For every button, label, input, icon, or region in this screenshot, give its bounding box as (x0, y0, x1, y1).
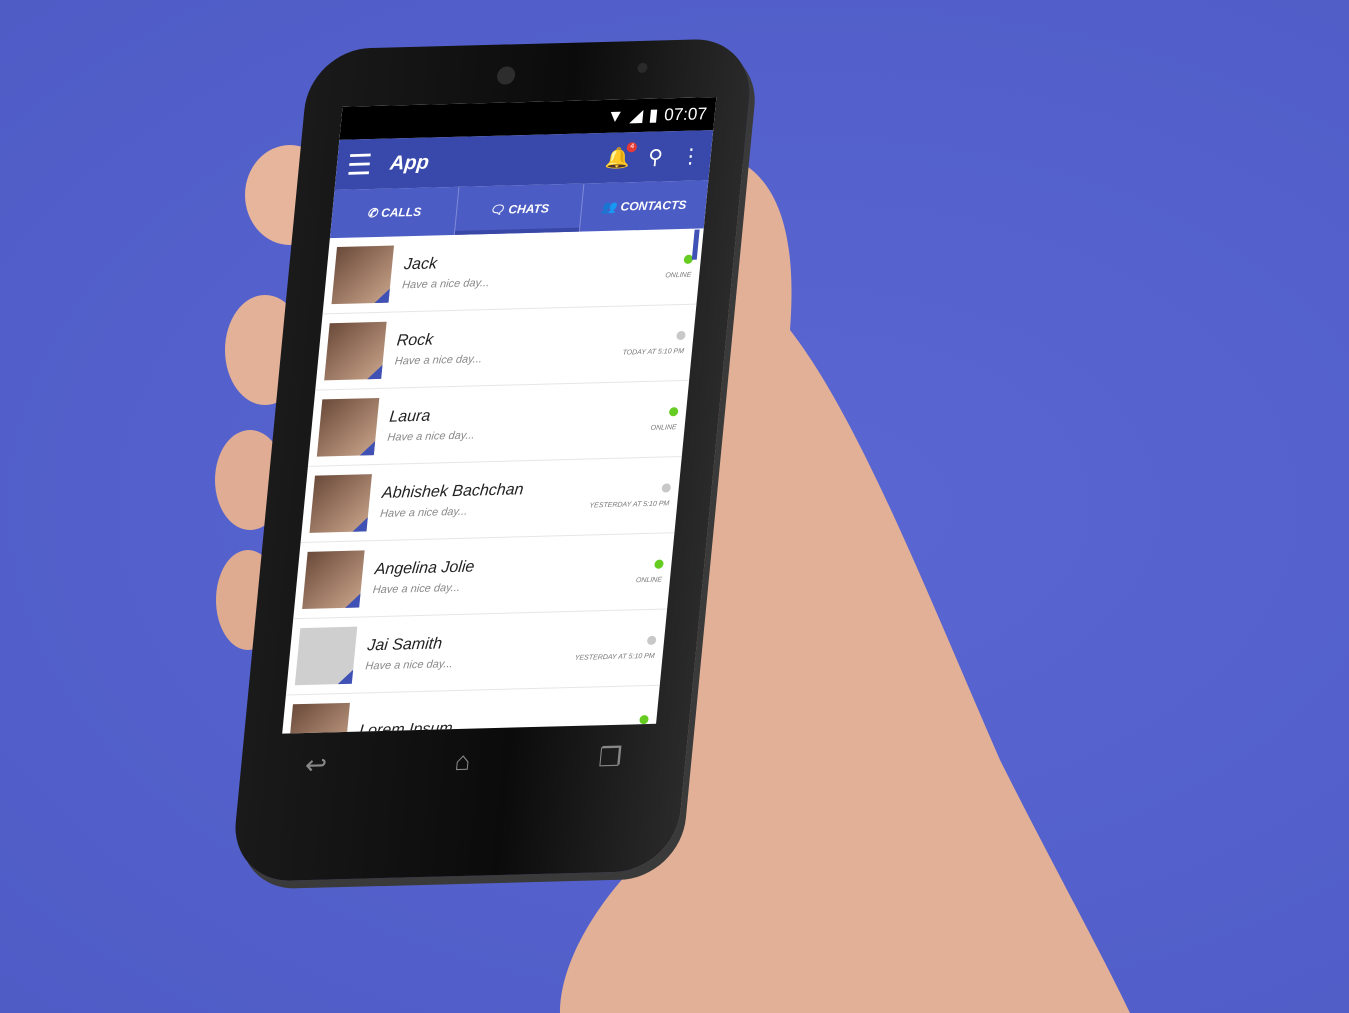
tab-label: CONTACTS (620, 197, 688, 214)
last-message: Have a nice day... (386, 429, 476, 444)
home-icon[interactable]: ⌂ (453, 745, 472, 777)
chat-row[interactable]: Jai Samith Have a nice day... YESTERDAY … (285, 609, 668, 696)
chat-info: Lorem Ipsum (358, 715, 640, 734)
phone-icon: ✆ (366, 205, 378, 221)
avatar (287, 702, 350, 734)
chat-icon: 🗨 (488, 202, 506, 218)
signal-icon: ◢ (628, 105, 644, 125)
more-vert-icon[interactable]: ⋮ (680, 143, 702, 169)
chat-row[interactable]: Rock Have a nice day... TODAY AT 5:10 PM (315, 304, 697, 391)
chat-meta: YESTERDAY AT 5:10 PM (574, 635, 657, 662)
presence-dot (646, 635, 657, 645)
chat-row[interactable]: Abhishek Bachchan Have a nice day... YES… (300, 457, 682, 544)
chat-info: Jai Samith Have a nice day... (364, 632, 577, 673)
status-text: YESTERDAY AT 5:10 PM (589, 499, 670, 509)
chat-row[interactable]: Laura Have a nice day... ONLINE (307, 380, 690, 467)
last-message: Have a nice day... (401, 277, 490, 292)
presence-dot (654, 559, 664, 569)
chat-meta: YESTERDAY AT 5:10 PM (589, 482, 672, 509)
chat-row[interactable]: Angelina Jolie Have a nice day... ONLINE (293, 533, 675, 620)
contact-name: Lorem Ipsum (358, 719, 454, 734)
chat-info: Rock Have a nice day... (394, 326, 625, 367)
chat-info: Jack Have a nice day... (402, 249, 668, 291)
app-title: App (389, 151, 431, 175)
contact-name: Jai Samith (366, 635, 443, 655)
chat-info: Angelina Jolie Have a nice day... (372, 554, 638, 596)
presence-dot (668, 406, 679, 416)
contact-name: Angelina Jolie (373, 558, 476, 579)
chat-info: Abhishek Bachchan Have a nice day... (380, 479, 592, 520)
contact-name: Rock (395, 331, 435, 350)
tab-label: CHATS (507, 201, 550, 217)
chat-meta: ONLINE (664, 254, 694, 279)
presence-dot (661, 482, 672, 493)
status-text: YESTERDAY AT 5:10 PM (574, 652, 655, 662)
chat-row[interactable]: Jack Have a nice day... ONLINE (322, 228, 704, 315)
tab-label: CALLS (380, 204, 422, 220)
chat-info: Laura Have a nice day... (387, 402, 653, 444)
avatar (302, 550, 365, 610)
last-message: Have a nice day... (379, 505, 468, 520)
screen: ▼ ◢ ▮ 07:07 ☰ App 🔔 4 ⚲ ⋮ ✆ CALLS 🗨 CHATS 👥… (282, 97, 717, 734)
chat-meta: ONLINE (636, 559, 664, 584)
chat-meta (638, 714, 649, 732)
status-text: TODAY AT 5:10 PM (622, 347, 685, 357)
tab-chats[interactable]: 🗨 CHATS (454, 183, 585, 235)
last-message: Have a nice day... (364, 658, 454, 673)
presence-dot (676, 330, 686, 340)
notification-badge: 4 (626, 141, 638, 152)
nav-bar: ↩ ⌂ ❐ (239, 730, 689, 792)
search-icon[interactable]: ⚲ (647, 144, 664, 169)
chat-list[interactable]: Jack Have a nice day... ONLINE Rock Have… (282, 228, 704, 734)
wifi-icon: ▼ (606, 105, 625, 126)
status-time: 07:07 (663, 103, 708, 124)
avatar (316, 397, 380, 457)
last-message: Have a nice day... (394, 353, 483, 368)
chat-meta: TODAY AT 5:10 PM (622, 330, 686, 356)
status-text: ONLINE (635, 576, 663, 584)
tab-contacts[interactable]: 👥 CONTACTS (580, 180, 709, 231)
recents-icon[interactable]: ❐ (597, 741, 623, 773)
sensor (636, 62, 648, 74)
battery-icon: ▮ (648, 105, 660, 125)
bell-icon[interactable]: 🔔 4 (604, 141, 638, 171)
menu-icon[interactable]: ☰ (345, 148, 373, 182)
chat-meta: ONLINE (650, 406, 679, 432)
last-message: Have a nice day... (372, 581, 461, 597)
avatar (331, 245, 394, 305)
avatar (294, 626, 358, 686)
presence-dot (639, 714, 649, 725)
contact-name: Abhishek Bachchan (381, 481, 525, 502)
phone: ▼ ◢ ▮ 07:07 ☰ App 🔔 4 ⚲ ⋮ ✆ CALLS 🗨 CHATS 👥… (230, 37, 755, 883)
avatar (309, 474, 372, 533)
avatar (324, 321, 387, 381)
status-text: ONLINE (664, 271, 692, 279)
back-icon[interactable]: ↩ (304, 749, 329, 781)
contact-name: Jack (403, 255, 438, 274)
front-camera (496, 66, 516, 85)
status-text: ONLINE (650, 423, 677, 432)
contact-name: Laura (388, 407, 432, 426)
contacts-icon: 👥 (601, 199, 618, 215)
tab-calls[interactable]: ✆ CALLS (329, 186, 460, 239)
